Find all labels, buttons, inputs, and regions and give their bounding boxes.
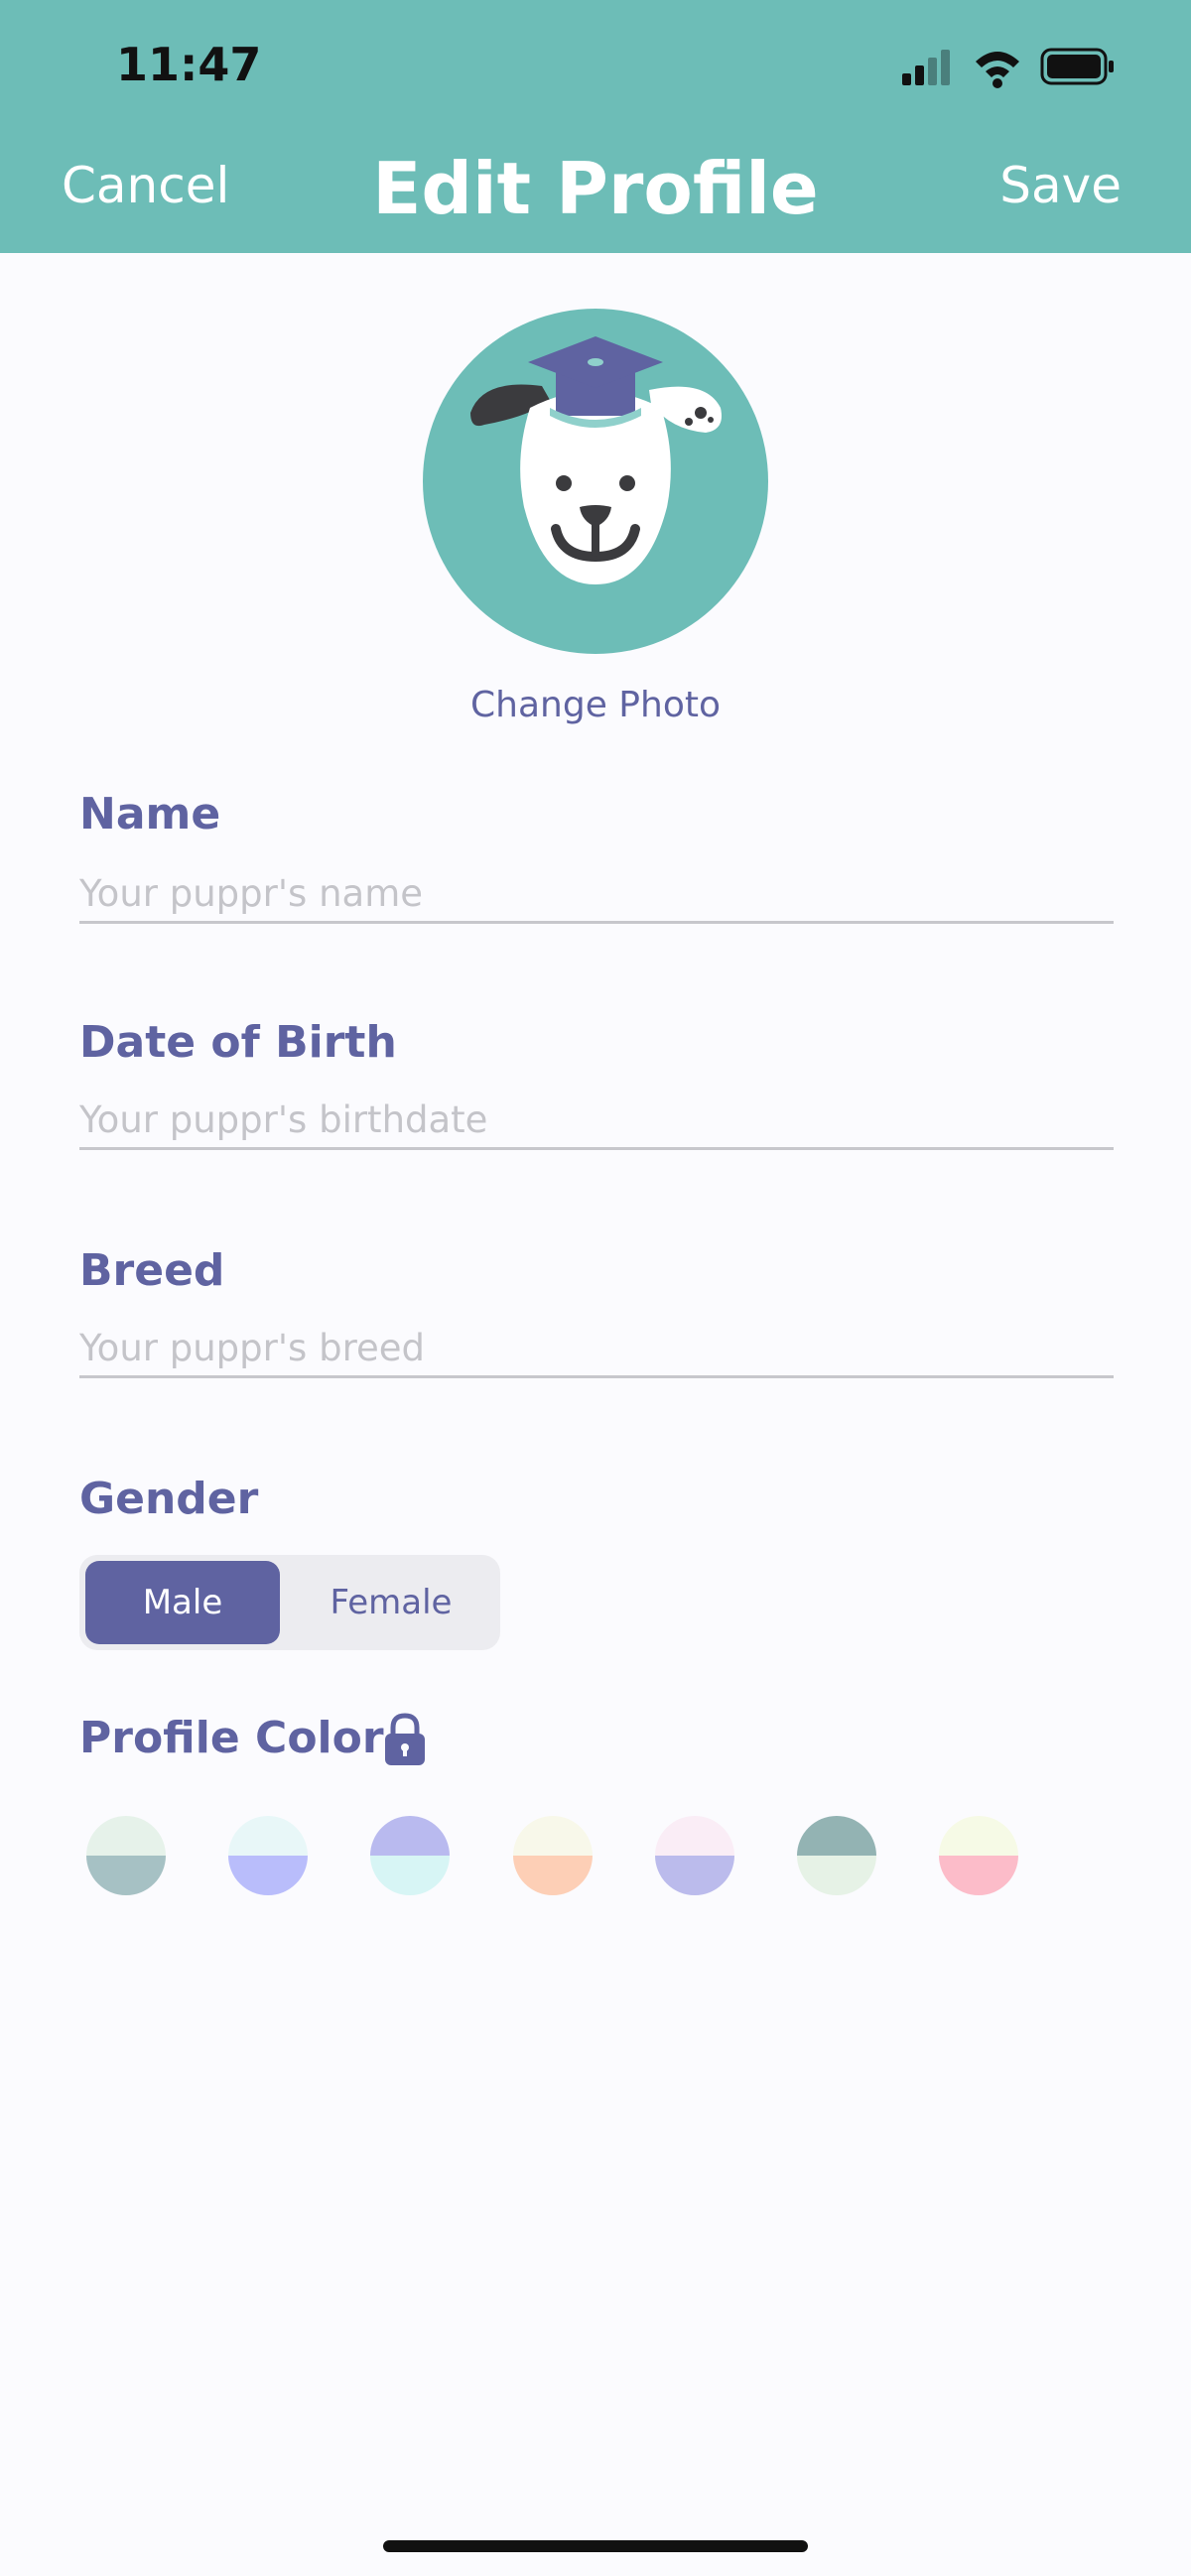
header-bar: 11:47 Cancel Edit Profile Save	[0, 0, 1191, 253]
name-input[interactable]	[79, 865, 1114, 924]
breed-label: Breed	[79, 1245, 225, 1296]
profile-color-label: Profile Color	[79, 1713, 384, 1763]
gender-option-male[interactable]: Male	[85, 1561, 280, 1644]
gender-segmented-control: Male Female	[79, 1555, 500, 1650]
dog-graduate-icon	[470, 336, 722, 584]
status-icons	[902, 48, 1114, 88]
name-label: Name	[79, 789, 221, 839]
color-swatch[interactable]	[513, 1816, 593, 1895]
battery-icon	[1040, 48, 1114, 85]
color-swatch[interactable]	[797, 1816, 876, 1895]
save-button[interactable]: Save	[999, 157, 1122, 214]
dob-input[interactable]	[79, 1092, 1114, 1150]
gender-option-female[interactable]: Female	[288, 1561, 494, 1644]
status-time: 11:47	[116, 38, 262, 91]
signal-icon	[902, 50, 950, 85]
color-swatch[interactable]	[370, 1816, 450, 1895]
change-photo-button[interactable]: Change Photo	[0, 685, 1191, 725]
color-swatch[interactable]	[86, 1816, 166, 1895]
wifi-icon	[976, 52, 1019, 88]
color-swatch[interactable]	[939, 1816, 1018, 1895]
dob-label: Date of Birth	[79, 1017, 397, 1068]
breed-input[interactable]	[79, 1320, 1114, 1378]
home-indicator	[383, 2540, 808, 2552]
profile-avatar[interactable]	[423, 309, 768, 654]
gender-label: Gender	[79, 1474, 259, 1524]
lock-icon	[385, 1713, 425, 1765]
color-swatch[interactable]	[655, 1816, 734, 1895]
color-swatch[interactable]	[228, 1816, 308, 1895]
